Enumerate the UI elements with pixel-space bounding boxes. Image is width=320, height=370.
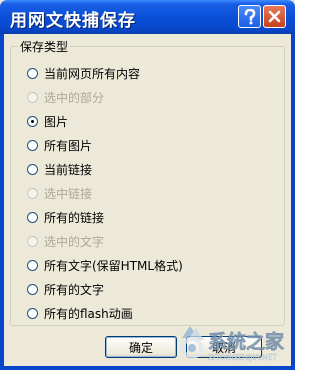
radio-button bbox=[27, 91, 38, 103]
radio-button[interactable] bbox=[27, 211, 38, 223]
option-label: 所有的链接 bbox=[44, 210, 105, 225]
option-all-text-html[interactable]: 所有文字(保留HTML格式) bbox=[27, 255, 183, 275]
option-label: 当前网页所有内容 bbox=[44, 66, 141, 81]
radio-button bbox=[27, 235, 38, 247]
option-label: 当前链接 bbox=[44, 162, 93, 177]
option-label: 图片 bbox=[44, 114, 69, 129]
option-image[interactable]: 图片 bbox=[27, 111, 68, 131]
option-all-flash[interactable]: 所有的flash动画 bbox=[27, 303, 133, 323]
option-all-links[interactable]: 所有的链接 bbox=[27, 207, 104, 227]
watermark-text: 系统之家 bbox=[208, 330, 285, 353]
window-title: 用网文快捕保存 bbox=[10, 11, 136, 31]
close-icon bbox=[268, 10, 281, 23]
option-all-text[interactable]: 所有的文字 bbox=[27, 279, 104, 299]
title-bar[interactable]: 用网文快捕保存 bbox=[0, 0, 295, 34]
option-selected-part: 选中的部分 bbox=[27, 87, 104, 107]
option-label: 所有文字(保留HTML格式) bbox=[44, 258, 183, 273]
option-label: 选中的文字 bbox=[44, 234, 105, 249]
ok-button[interactable]: 确定 bbox=[105, 336, 177, 358]
watermark-logo: 系统之家 XITONGZHIJIA.NET bbox=[181, 326, 285, 362]
watermark-url: XITONGZHIJIA.NET bbox=[208, 353, 277, 362]
option-label: 选中的部分 bbox=[44, 90, 105, 105]
option-current-page-all[interactable]: 当前网页所有内容 bbox=[27, 63, 140, 83]
groupbox-label: 保存类型 bbox=[18, 38, 71, 55]
option-label: 所有的flash动画 bbox=[44, 306, 133, 321]
radio-button bbox=[27, 187, 38, 199]
option-label: 所有的文字 bbox=[44, 282, 105, 297]
radio-button-selected[interactable] bbox=[27, 115, 38, 127]
option-selected-link: 选中链接 bbox=[27, 183, 92, 203]
radio-button[interactable] bbox=[27, 259, 38, 271]
close-button[interactable] bbox=[263, 5, 286, 28]
option-label: 选中链接 bbox=[44, 186, 93, 201]
window-frame-left bbox=[0, 34, 4, 370]
radio-button[interactable] bbox=[27, 283, 38, 295]
help-icon bbox=[244, 8, 255, 24]
radio-button[interactable] bbox=[27, 139, 38, 151]
option-label: 所有图片 bbox=[44, 138, 93, 153]
window-frame-bottom bbox=[0, 366, 295, 370]
dialog-window: 用网文快捕保存 保存类型 当前网页所有内容 选中的部分 图片 所有图片 当前链接… bbox=[0, 0, 295, 370]
radio-button[interactable] bbox=[27, 67, 38, 79]
radio-dot bbox=[31, 119, 34, 123]
help-button[interactable] bbox=[238, 5, 261, 28]
radio-button[interactable] bbox=[27, 307, 38, 319]
option-selected-text: 选中的文字 bbox=[27, 231, 104, 251]
radio-button[interactable] bbox=[27, 163, 38, 175]
option-current-link[interactable]: 当前链接 bbox=[27, 159, 92, 179]
option-all-images[interactable]: 所有图片 bbox=[27, 135, 92, 155]
